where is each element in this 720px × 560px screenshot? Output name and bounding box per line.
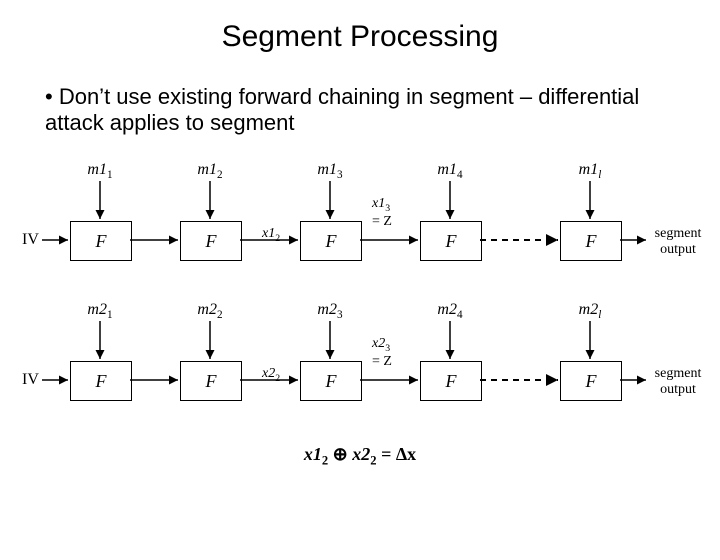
iv-label-1: IV [22, 231, 39, 249]
f-box: F [420, 361, 482, 401]
x-annotation: x22 [262, 366, 280, 384]
x-annotation: x12 [262, 226, 280, 244]
chain-row-1: IV m11 m12 m13 m14 m1l F F F F F .chain-… [0, 156, 720, 296]
f-box: F [70, 221, 132, 261]
bullet-text: Don’t use existing forward chaining in s… [45, 84, 675, 136]
m-label: m11 [80, 161, 120, 181]
m-label: m14 [430, 161, 470, 181]
x-annotation: x23 = Z [372, 336, 392, 370]
segment-output-label: segmentoutput [648, 366, 708, 398]
slide-title: Segment Processing [0, 20, 720, 54]
xor-equation: x12 ⊕ x22 = Δx [0, 444, 720, 469]
f-box: F [180, 221, 242, 261]
segment-output-label: segmentoutput [648, 226, 708, 258]
f-box: F [560, 361, 622, 401]
m-label: m24 [430, 301, 470, 321]
f-box: F [420, 221, 482, 261]
iv-label-2: IV [22, 371, 39, 389]
m-label: m23 [310, 301, 350, 321]
m-label: m2l [570, 301, 610, 321]
f-box: F [180, 361, 242, 401]
x-annotation: x13 = Z [372, 196, 392, 230]
m-label: m21 [80, 301, 120, 321]
f-box: F [70, 361, 132, 401]
chain-row-2: IV m21 m22 m23 m24 m2l F F F F F x22 x23… [0, 296, 720, 436]
m-label: m22 [190, 301, 230, 321]
f-box: F [300, 361, 362, 401]
f-box: F [560, 221, 622, 261]
f-box: F [300, 221, 362, 261]
m-label: m12 [190, 161, 230, 181]
m-label: m1l [570, 161, 610, 181]
m-label: m13 [310, 161, 350, 181]
